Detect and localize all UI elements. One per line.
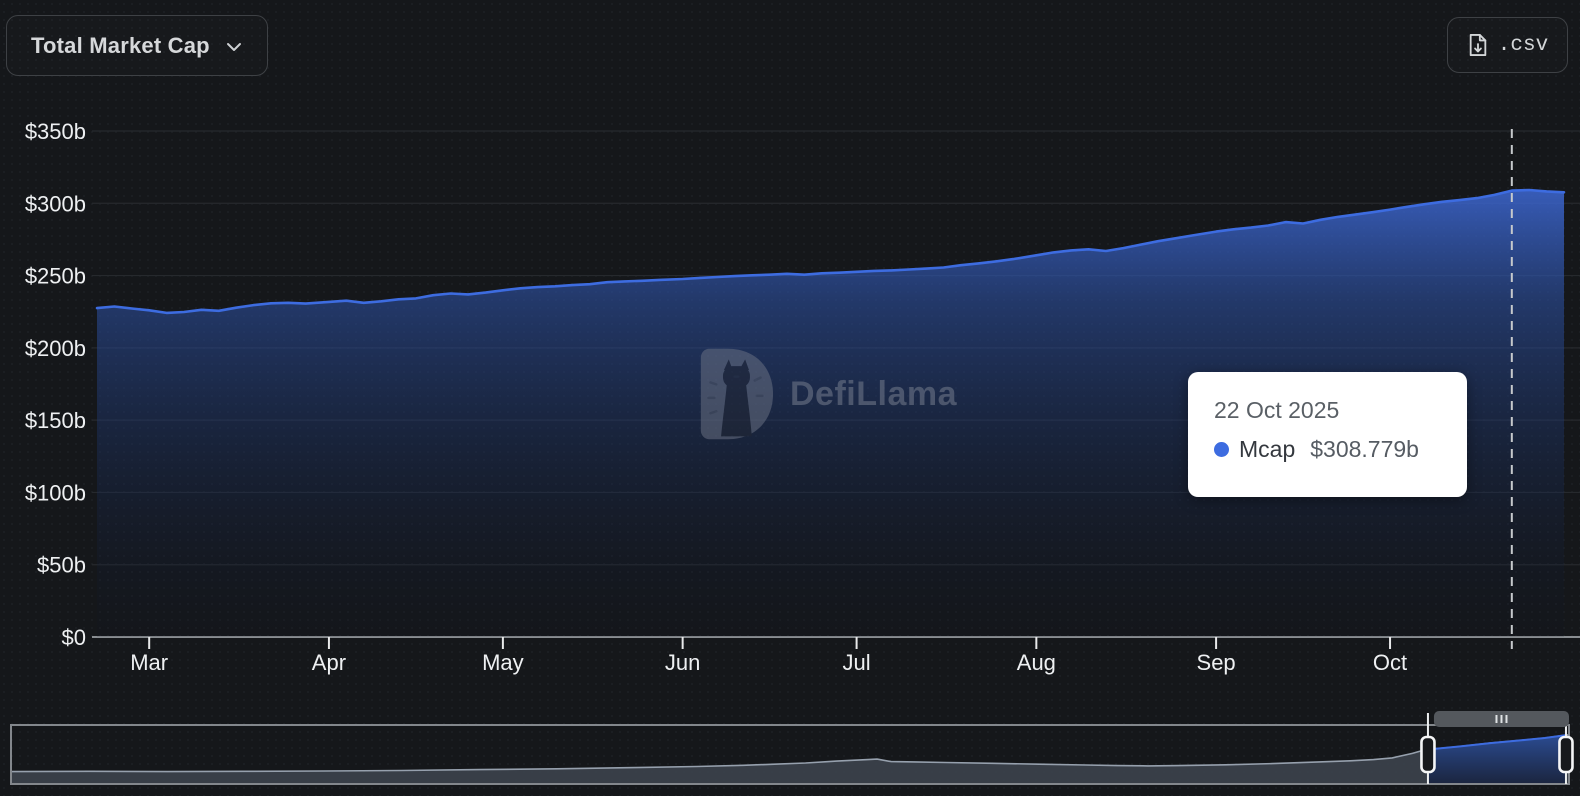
grip-dots-icon	[1495, 715, 1498, 723]
x-tick-label: Oct	[1373, 650, 1407, 675]
navigator-right-handle[interactable]	[1558, 735, 1574, 774]
grip-dots-icon	[1505, 715, 1508, 723]
x-tick-label: Aug	[1017, 650, 1056, 675]
x-tick-label: Sep	[1197, 650, 1236, 675]
csv-file-download-icon	[1469, 34, 1487, 56]
chevron-down-icon	[226, 43, 241, 51]
y-tick-label: $150b	[25, 408, 86, 433]
y-tick-label: $0	[62, 625, 86, 650]
x-tick-label: Jun	[665, 650, 700, 675]
y-tick-label: $350b	[25, 119, 86, 144]
series-color-dot	[1214, 442, 1229, 457]
y-axis-labels: $0 $50b $100b $150b $200b $250b $300b $350b	[25, 119, 86, 650]
y-tick-label: $200b	[25, 336, 86, 361]
x-tick-label: Mar	[130, 650, 168, 675]
y-tick-label: $250b	[25, 264, 86, 289]
chart-tooltip: 22 Oct 2025 Mcap $308.779b	[1188, 372, 1467, 497]
y-tick-label: $300b	[25, 191, 86, 216]
metric-selector-label: Total Market Cap	[31, 32, 210, 58]
x-tick-label: Jul	[843, 650, 871, 675]
navigator-area-gray	[12, 734, 1568, 783]
y-tick-label: $100b	[25, 480, 86, 505]
grip-dots-icon	[1500, 715, 1503, 723]
x-tick-label: May	[482, 650, 524, 675]
tooltip-date: 22 Oct 2025	[1214, 397, 1340, 423]
tooltip-series-label: Mcap	[1239, 436, 1296, 462]
y-tick-label: $50b	[37, 553, 86, 578]
app-root: $0 $50b $100b $150b $200b $250b $300b $350b Mar A…	[0, 0, 1580, 796]
csv-button-label: .csv	[1497, 33, 1549, 57]
metric-selector-button[interactable]: Total Market Cap	[6, 15, 268, 76]
navigator-left-handle[interactable]	[1420, 735, 1436, 774]
x-axis	[92, 636, 1580, 649]
tooltip-series-row: Mcap $308.779b	[1214, 436, 1467, 463]
range-navigator[interactable]	[10, 711, 1574, 785]
x-tick-label: Apr	[312, 650, 346, 675]
csv-download-button[interactable]: .csv	[1447, 17, 1568, 73]
tooltip-value: $308.779b	[1310, 436, 1419, 462]
